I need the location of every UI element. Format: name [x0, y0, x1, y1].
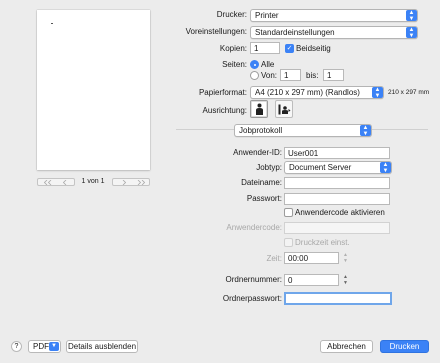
paper-label: Papierformat:	[198, 88, 247, 97]
cancel-button[interactable]: Abbrechen	[320, 340, 373, 353]
page-counter: 1 von 1	[81, 178, 105, 185]
chevron-down-icon: ▼	[49, 342, 59, 351]
help-button[interactable]: ?	[11, 341, 22, 352]
last-page-button[interactable]	[112, 178, 150, 186]
presets-label: Voreinstellungen:	[185, 27, 247, 36]
chevron-up-down-icon: ▲ ▼	[406, 10, 417, 21]
time-label: Zeit:	[266, 254, 282, 263]
duplex-label: Beidseitig	[296, 44, 331, 53]
landscape-person-icon	[278, 104, 291, 115]
presets-value: Standardeinstellungen	[255, 28, 335, 37]
password-label: Passwort:	[246, 194, 282, 203]
pages-range-radio[interactable]	[250, 71, 259, 80]
user-code-label: Anwendercode:	[226, 223, 282, 232]
orientation-landscape-button[interactable]	[275, 100, 293, 118]
pdf-label: PDF	[33, 342, 49, 351]
pages-to-input[interactable]	[323, 69, 344, 81]
paper-select[interactable]: A4 (210 x 297 mm) (Randlos) ▲ ▼	[250, 86, 384, 99]
pdf-menu-button[interactable]: PDF ▼	[28, 340, 61, 353]
pages-from-input[interactable]	[280, 69, 301, 81]
pages-from-label: Von:	[261, 71, 278, 80]
activate-user-code-label: Anwendercode aktivieren	[295, 208, 385, 217]
first-page-button[interactable]	[37, 178, 75, 186]
folder-number-stepper[interactable]: ▲ ▼	[342, 274, 349, 286]
password-input[interactable]	[284, 193, 390, 205]
section-select[interactable]: Jobprotokoll ▲ ▼	[234, 124, 372, 137]
preview-nav: 1 von 1	[37, 178, 150, 188]
pages-all-radio[interactable]	[250, 60, 259, 69]
pages-label: Seiten:	[222, 60, 247, 69]
pages-all-label: Alle	[261, 60, 275, 69]
chevron-up-down-icon: ▲ ▼	[406, 27, 417, 38]
chevron-up-down-icon: ▲ ▼	[372, 87, 383, 98]
portrait-person-icon	[256, 103, 263, 115]
folder-number-input[interactable]	[284, 274, 339, 286]
chevron-up-down-icon: ▲ ▼	[380, 162, 391, 173]
job-type-select[interactable]: Document Server ▲ ▼	[284, 161, 392, 174]
paper-size-text: 210 x 297 mm	[388, 89, 430, 96]
time-input	[284, 252, 339, 264]
user-code-input	[284, 222, 390, 234]
hide-details-button[interactable]: Details ausblenden	[66, 340, 138, 353]
chevron-up-down-icon: ▲ ▼	[360, 125, 371, 136]
job-type-label: Jobtyp:	[256, 163, 282, 172]
help-icon: ?	[14, 343, 19, 350]
user-id-input[interactable]	[284, 147, 390, 159]
activate-user-code-checkbox[interactable]	[284, 208, 293, 217]
double-chevron-left-icon	[44, 180, 52, 185]
chevron-right-icon[interactable]	[122, 180, 126, 185]
presets-select[interactable]: Standardeinstellungen ▲ ▼	[250, 26, 418, 39]
time-stepper: ▲ ▼	[343, 252, 348, 264]
orientation-label: Ausrichtung:	[202, 106, 247, 115]
preview-page	[37, 10, 150, 170]
job-type-value: Document Server	[289, 163, 352, 172]
file-name-label: Dateiname:	[241, 178, 282, 187]
section-value: Jobprotokoll	[239, 126, 283, 135]
copies-input[interactable]	[250, 42, 280, 54]
chevron-left-icon[interactable]	[63, 180, 67, 185]
folder-password-label: Ordnerpasswort:	[222, 294, 282, 303]
double-chevron-right-icon	[137, 180, 145, 185]
file-name-input[interactable]	[284, 177, 390, 189]
printer-value: Printer	[255, 11, 279, 20]
print-time-label: Druckzeit einst.	[295, 238, 350, 247]
duplex-checkbox[interactable]: ✓	[285, 44, 294, 53]
paper-value: A4 (210 x 297 mm) (Randlos)	[255, 88, 360, 97]
user-id-label: Anwender-ID:	[233, 148, 282, 157]
pages-to-label: bis:	[306, 71, 319, 80]
print-time-checkbox	[284, 238, 293, 247]
copies-label: Kopien:	[219, 44, 247, 53]
orientation-portrait-button[interactable]	[250, 100, 268, 118]
folder-password-input[interactable]	[284, 292, 392, 305]
print-button[interactable]: Drucken	[380, 340, 429, 353]
printer-label: Drucker:	[216, 10, 247, 19]
printer-select[interactable]: Printer ▲ ▼	[250, 9, 418, 22]
preview-content-mark	[51, 23, 53, 24]
folder-number-label: Ordnernummer:	[225, 275, 282, 284]
